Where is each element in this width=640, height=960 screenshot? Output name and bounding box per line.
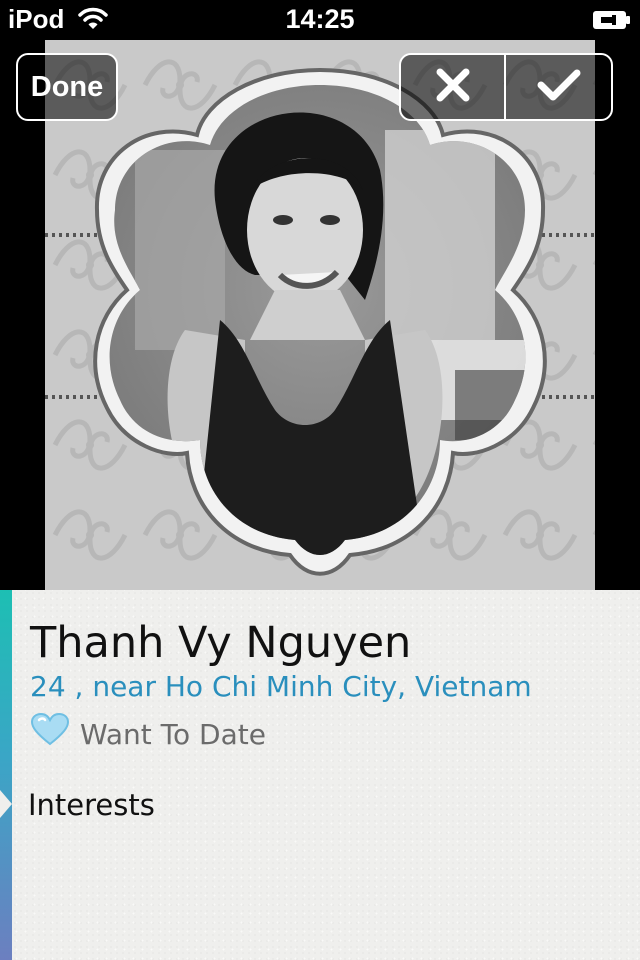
profile-info-card: Thanh Vy Nguyen 24 , near Ho Chi Minh Ci… bbox=[0, 590, 640, 960]
profile-screen: iPod 14:25 Done Thanh Vy Nguyen 24 , nea… bbox=[0, 0, 640, 960]
close-icon bbox=[436, 68, 470, 106]
checkmark-icon bbox=[537, 68, 581, 106]
reject-button[interactable] bbox=[401, 55, 506, 119]
photo-area bbox=[0, 40, 640, 590]
status-bar: iPod 14:25 bbox=[0, 0, 640, 40]
profile-location: 24 , near Ho Chi Minh City, Vietnam bbox=[30, 670, 532, 703]
battery-icon bbox=[592, 9, 632, 36]
accent-strip bbox=[0, 590, 12, 960]
dating-intent-label: Want To Date bbox=[80, 718, 266, 751]
profile-name: Thanh Vy Nguyen bbox=[30, 618, 412, 668]
decision-button-group bbox=[399, 53, 613, 121]
done-button[interactable]: Done bbox=[16, 53, 118, 121]
strip-notch bbox=[0, 790, 12, 818]
heart-icon bbox=[30, 712, 70, 750]
interests-heading: Interests bbox=[28, 788, 155, 822]
clock-label: 14:25 bbox=[285, 4, 355, 34]
profile-photo[interactable] bbox=[45, 40, 595, 590]
accept-button[interactable] bbox=[506, 55, 611, 119]
